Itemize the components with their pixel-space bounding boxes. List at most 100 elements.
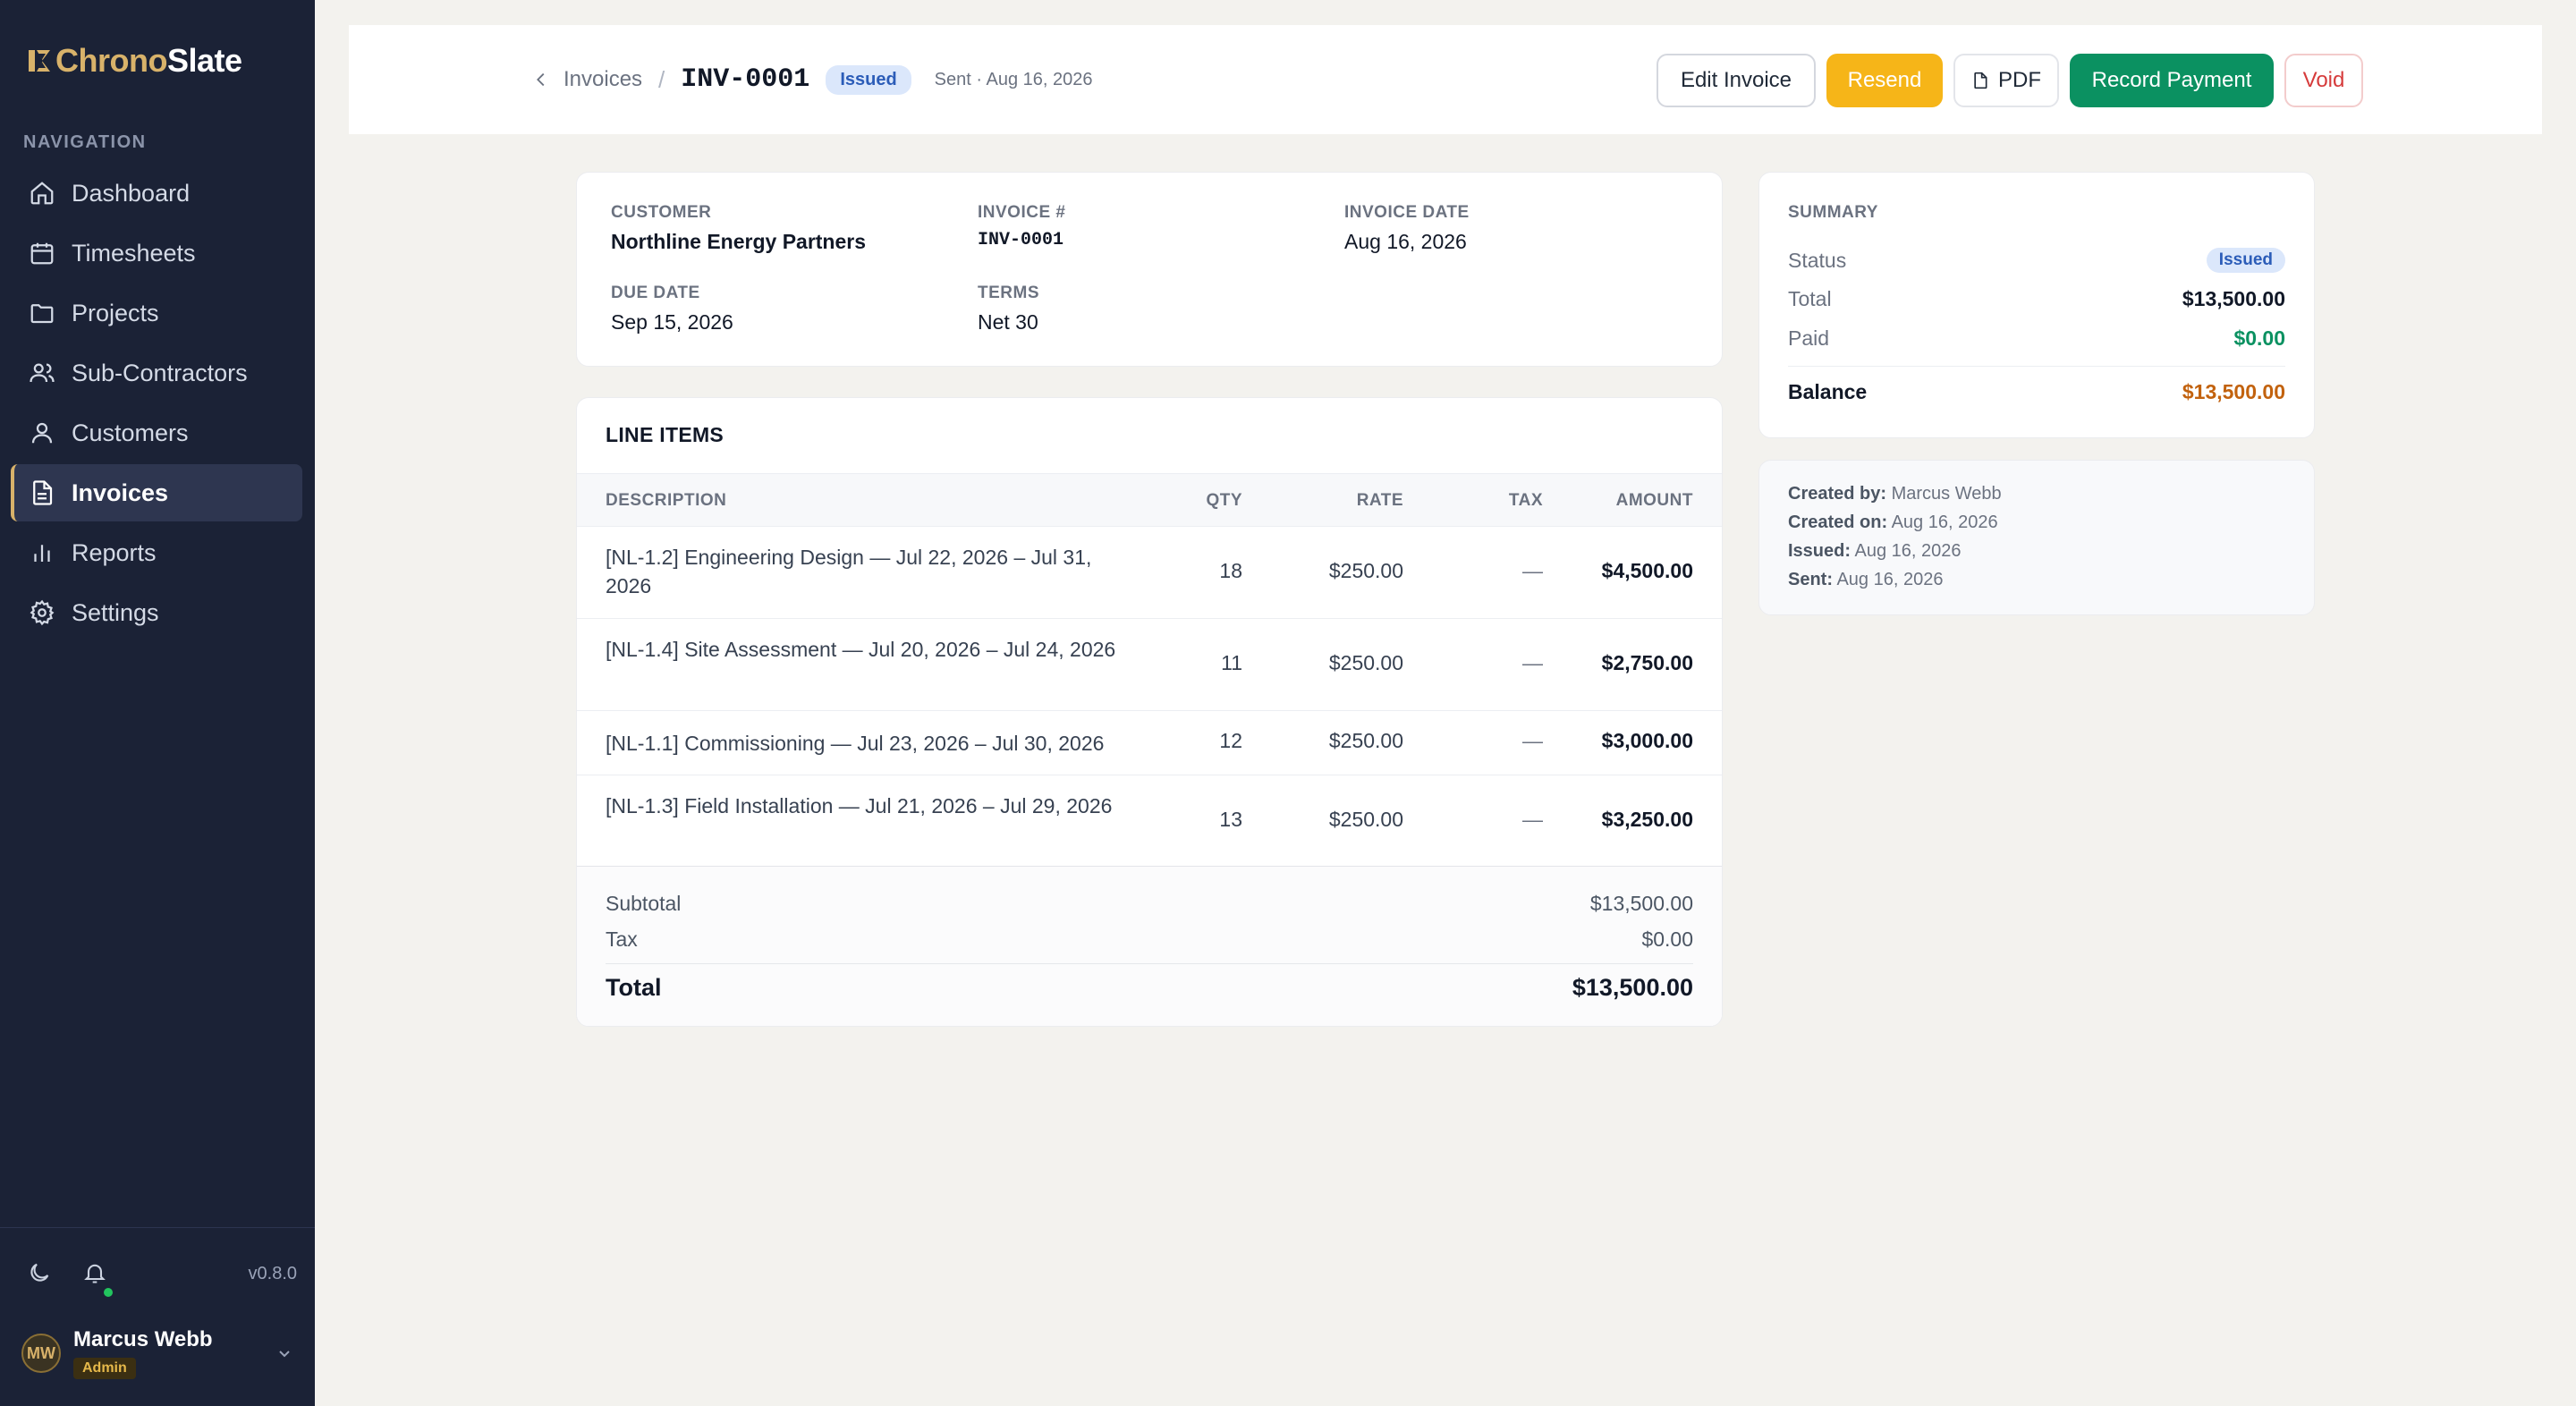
row-description: [NL-1.1] Commissioning — Jul 23, 2026 – …	[606, 732, 1105, 755]
moon-icon[interactable]	[27, 1260, 52, 1285]
avatar: MW	[21, 1334, 61, 1373]
row-description: [NL-1.4] Site Assessment — Jul 20, 2026 …	[606, 638, 1116, 661]
users-icon	[30, 363, 55, 383]
audit-sent: Sent: Aug 16, 2026	[1788, 570, 1943, 590]
row-tax: —	[1522, 559, 1543, 582]
summary-balance-value: $13,500.00	[2182, 380, 2285, 403]
row-rate: $250.00	[1328, 651, 1403, 674]
row-qty: 18	[1219, 559, 1242, 582]
sidebar-item-dashboard[interactable]: Dashboard	[11, 165, 302, 222]
column-rate: RATE	[1356, 491, 1403, 510]
bar-chart-icon	[34, 545, 50, 562]
invoice-number-label: INVOICE #	[978, 203, 1066, 222]
column-description: DESCRIPTION	[606, 491, 727, 510]
user-menu[interactable]: MW Marcus Webb Admin	[21, 1317, 295, 1389]
invoice-date-value: Aug 16, 2026	[1344, 230, 1467, 253]
customer-value: Northline Energy Partners	[611, 230, 867, 253]
row-description: [NL-1.3] Field Installation — Jul 21, 20…	[606, 794, 1113, 817]
logo-mark-icon	[29, 50, 50, 72]
row-qty: 13	[1219, 808, 1242, 831]
back-to-invoices-link[interactable]: Invoices	[531, 67, 642, 92]
user-role-badge: Admin	[73, 1358, 136, 1379]
sidebar-nav: Dashboard Timesheets Projects Sub-Contra…	[11, 165, 302, 644]
table-row: [NL-1.4] Site Assessment — Jul 20, 2026 …	[577, 619, 1722, 711]
tax-value: $0.00	[1641, 927, 1693, 951]
row-rate: $250.00	[1328, 808, 1403, 831]
chevron-down-icon[interactable]	[274, 1342, 295, 1364]
logo-text-suffix: Slate	[166, 42, 242, 79]
pdf-button[interactable]: PDF	[1953, 54, 2059, 107]
summary-total-label: Total	[1788, 287, 1832, 310]
row-rate: $250.00	[1328, 729, 1403, 752]
user-icon	[31, 422, 53, 444]
audit-created-on: Created on: Aug 16, 2026	[1788, 512, 1998, 533]
line-items-card: LINE ITEMS DESCRIPTION QTY RATE TAX AMOU…	[576, 397, 1723, 1027]
sidebar-item-invoices[interactable]: Invoices	[11, 464, 302, 521]
audit-created-on-label: Created on:	[1788, 512, 1888, 532]
sidebar-item-label: Customers	[72, 419, 189, 446]
audit-created-by-value: Marcus Webb	[1891, 484, 2002, 504]
resend-button[interactable]: Resend	[1826, 54, 1943, 107]
row-tax: —	[1522, 729, 1543, 752]
home-icon	[30, 182, 54, 205]
breadcrumb-parent: Invoices	[564, 67, 643, 91]
edit-invoice-button[interactable]: Edit Invoice	[1657, 54, 1816, 107]
table-row: [NL-1.1] Commissioning — Jul 23, 2026 – …	[577, 711, 1722, 775]
sidebar-item-label: Projects	[72, 299, 159, 326]
page-title: INV-0001	[681, 64, 810, 95]
audit-created-by-label: Created by:	[1788, 484, 1887, 504]
subtotal-value: $13,500.00	[1589, 892, 1693, 915]
breadcrumb-separator: /	[658, 65, 665, 93]
row-amount: $3,250.00	[1601, 808, 1693, 831]
customer-label: CUSTOMER	[611, 203, 712, 222]
audit-issued-label: Issued:	[1788, 541, 1852, 561]
breadcrumb: Invoices / INV-0001 Issued Sent · Aug 16…	[531, 25, 1092, 134]
app-logo[interactable]: Chrono Slate	[27, 41, 242, 80]
row-amount: $2,750.00	[1601, 651, 1693, 674]
total-label: Total	[606, 974, 662, 1001]
row-qty: 11	[1221, 651, 1242, 674]
totals-divider	[606, 963, 1693, 964]
summary-balance-label: Balance	[1788, 380, 1868, 403]
row-qty: 12	[1219, 729, 1242, 752]
sidebar-item-label: Dashboard	[72, 179, 191, 207]
terms-value: Net 30	[978, 310, 1038, 334]
subtotal-label: Subtotal	[606, 892, 682, 915]
sidebar-item-projects[interactable]: Projects	[11, 284, 302, 342]
audit-issued: Issued: Aug 16, 2026	[1788, 541, 1961, 562]
summary-divider	[1788, 366, 2285, 367]
nav-heading: NAVIGATION	[23, 132, 147, 152]
due-date-field: DUE DATE Sep 15, 2026	[611, 284, 733, 335]
summary-total-value: $13,500.00	[2182, 287, 2285, 310]
line-items-title: LINE ITEMS	[606, 423, 724, 446]
summary-paid-value: $0.00	[2233, 326, 2285, 350]
sidebar-item-settings[interactable]: Settings	[11, 584, 302, 641]
column-amount: AMOUNT	[1615, 491, 1693, 510]
table-row: [NL-1.3] Field Installation — Jul 21, 20…	[577, 775, 1722, 867]
logo-text-prefix: Chrono	[55, 42, 167, 79]
bell-icon	[84, 1264, 106, 1283]
record-payment-button[interactable]: Record Payment	[2070, 54, 2274, 107]
sidebar-item-sub-contractors[interactable]: Sub-Contractors	[11, 344, 302, 402]
sidebar-item-timesheets[interactable]: Timesheets	[11, 224, 302, 282]
summary-status-line: Status Issued	[1788, 248, 2285, 273]
summary-paid-line: Paid $0.00	[1788, 326, 2285, 351]
gear-icon	[30, 599, 55, 626]
sidebar-item-reports[interactable]: Reports	[11, 524, 302, 581]
page-header: Invoices / INV-0001 Issued Sent · Aug 16…	[349, 25, 2542, 134]
invoice-number-field: INVOICE # INV-0001	[978, 203, 1065, 250]
footer-icons	[27, 1260, 113, 1297]
sent-meta: Sent · Aug 16, 2026	[934, 69, 1093, 89]
audit-sent-label: Sent:	[1788, 570, 1833, 589]
subtotal-line: Subtotal $13,500.00	[606, 892, 1693, 916]
sidebar-item-customers[interactable]: Customers	[11, 404, 302, 462]
void-button[interactable]: Void	[2284, 54, 2363, 107]
status-badge: Issued	[826, 64, 911, 95]
notifications-button[interactable]	[82, 1260, 113, 1297]
audit-created-on-value: Aug 16, 2026	[1891, 512, 1998, 532]
due-date-value: Sep 15, 2026	[611, 310, 733, 334]
header-actions: Edit Invoice Resend PDF Record Payment V…	[1657, 54, 2363, 107]
sidebar-footer: v0.8.0 MW Marcus Webb Admin	[0, 1227, 315, 1406]
sidebar: Chrono Slate NAVIGATION Dashboard Timeshe…	[0, 0, 315, 1406]
status-badge: Issued	[2206, 248, 2285, 273]
